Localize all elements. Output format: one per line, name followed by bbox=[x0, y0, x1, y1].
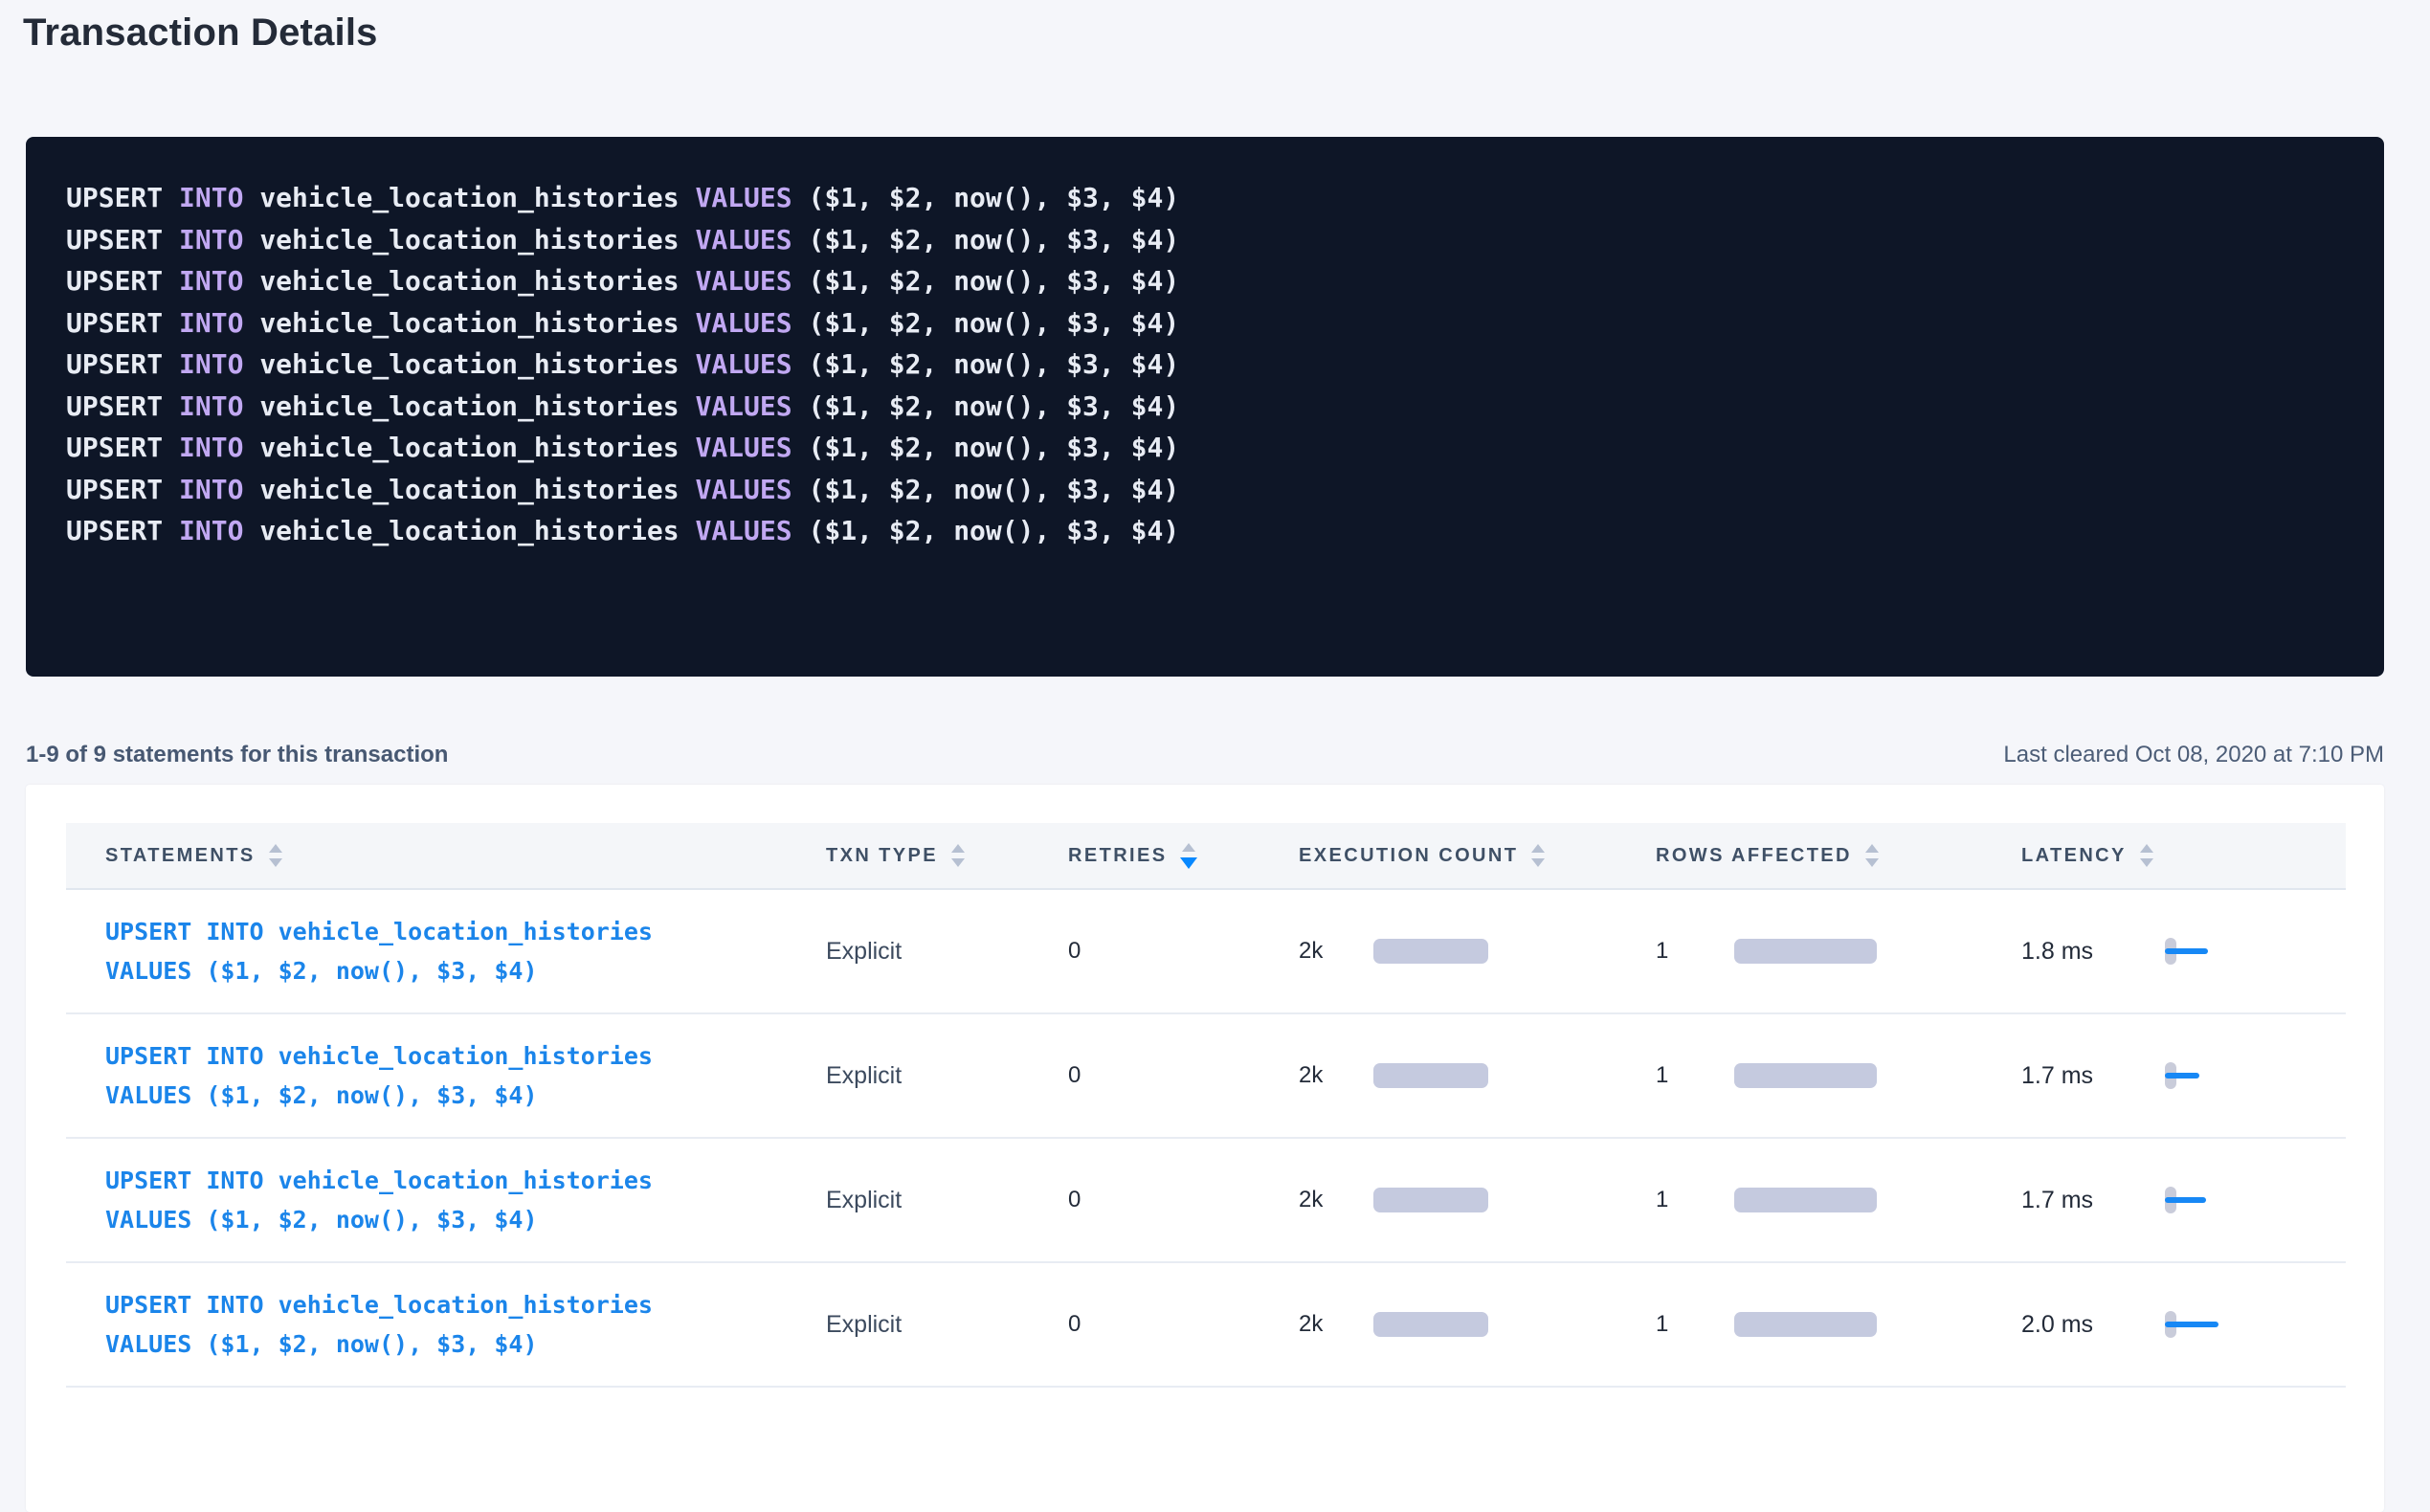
rows-affected-cell: 1 bbox=[1627, 938, 1981, 965]
execution-count-cell: 2k bbox=[1263, 1187, 1627, 1213]
rows-affected-value: 1 bbox=[1656, 1187, 1734, 1213]
table-row: UPSERT INTO vehicle_location_histories V… bbox=[66, 890, 2346, 1014]
statement-link[interactable]: UPSERT INTO vehicle_location_histories V… bbox=[105, 1161, 794, 1239]
sql-statement-line: UPSERT INTO vehicle_location_histories V… bbox=[66, 427, 2355, 469]
sql-statement-line: UPSERT INTO vehicle_location_histories V… bbox=[66, 510, 2355, 552]
latency-value: 1.7 ms bbox=[2021, 1187, 2165, 1214]
column-header-label: RETRIES bbox=[1068, 845, 1167, 867]
retries-cell: 0 bbox=[1034, 938, 1263, 965]
sort-arrows-icon bbox=[1865, 844, 1879, 867]
rows-affected-bar bbox=[1734, 1312, 1877, 1337]
execution-count-cell: 2k bbox=[1263, 1062, 1627, 1089]
table-row: UPSERT INTO vehicle_location_histories V… bbox=[66, 1014, 2346, 1139]
execution-count-value: 2k bbox=[1299, 1062, 1373, 1089]
statement-cell: UPSERT INTO vehicle_location_histories V… bbox=[66, 912, 794, 990]
sql-statement-line: UPSERT INTO vehicle_location_histories V… bbox=[66, 177, 2355, 219]
page-title: Transaction Details bbox=[23, 6, 2384, 59]
column-header-latency[interactable]: LATENCY bbox=[1981, 844, 2346, 867]
sql-statement-line: UPSERT INTO vehicle_location_histories V… bbox=[66, 469, 2355, 511]
statements-table-body: UPSERT INTO vehicle_location_histories V… bbox=[66, 890, 2346, 1388]
execution-count-bar bbox=[1373, 1312, 1488, 1337]
txn-type-cell: Explicit bbox=[794, 938, 1034, 966]
sql-statement-line: UPSERT INTO vehicle_location_histories V… bbox=[66, 260, 2355, 302]
txn-type-cell: Explicit bbox=[794, 1311, 1034, 1339]
transaction-details-page: Transaction Details UPSERT INTO vehicle_… bbox=[0, 6, 2430, 1512]
execution-count-cell: 2k bbox=[1263, 1311, 1627, 1338]
sql-statement-line: UPSERT INTO vehicle_location_histories V… bbox=[66, 302, 2355, 345]
sql-statement-line: UPSERT INTO vehicle_location_histories V… bbox=[66, 386, 2355, 428]
retries-cell: 0 bbox=[1034, 1311, 1263, 1338]
execution-count-bar bbox=[1373, 1063, 1488, 1088]
execution-count-bar bbox=[1373, 1188, 1488, 1212]
rows-affected-cell: 1 bbox=[1627, 1062, 1981, 1089]
txn-type-cell: Explicit bbox=[794, 1062, 1034, 1090]
column-header-retries[interactable]: RETRIES bbox=[1034, 843, 1263, 869]
execution-count-cell: 2k bbox=[1263, 938, 1627, 965]
statements-table-header: STATEMENTS TXN TYPE RETRIES EXECUTION COUNT… bbox=[66, 823, 2346, 890]
last-cleared-timestamp: Last cleared Oct 08, 2020 at 7:10 PM bbox=[2003, 742, 2384, 768]
column-header-label: STATEMENTS bbox=[105, 845, 256, 867]
latency-cell: 1.7 ms bbox=[1981, 1062, 2346, 1090]
execution-count-value: 2k bbox=[1299, 938, 1373, 965]
table-summary-row: 1-9 of 9 statements for this transaction… bbox=[26, 742, 2384, 768]
rows-affected-value: 1 bbox=[1656, 938, 1734, 965]
rows-affected-cell: 1 bbox=[1627, 1311, 1981, 1338]
sort-arrows-icon bbox=[1531, 844, 1545, 867]
latency-chart bbox=[2165, 1311, 2241, 1338]
execution-count-bar bbox=[1373, 939, 1488, 964]
latency-bar bbox=[2165, 1073, 2199, 1078]
execution-count-value: 2k bbox=[1299, 1187, 1373, 1213]
table-row: UPSERT INTO vehicle_location_histories V… bbox=[66, 1263, 2346, 1388]
rows-affected-bar bbox=[1734, 1063, 1877, 1088]
statement-cell: UPSERT INTO vehicle_location_histories V… bbox=[66, 1285, 794, 1364]
statements-count-summary: 1-9 of 9 statements for this transaction bbox=[26, 742, 448, 768]
statement-link[interactable]: UPSERT INTO vehicle_location_histories V… bbox=[105, 1036, 794, 1115]
column-header-rows-affected[interactable]: ROWS AFFECTED bbox=[1627, 844, 1981, 867]
sort-arrows-icon bbox=[951, 844, 965, 867]
latency-cell: 2.0 ms bbox=[1981, 1311, 2346, 1339]
statements-table-card: STATEMENTS TXN TYPE RETRIES EXECUTION COUNT… bbox=[26, 785, 2384, 1512]
latency-bar bbox=[2165, 948, 2208, 954]
rows-affected-value: 1 bbox=[1656, 1062, 1734, 1089]
statement-link[interactable]: UPSERT INTO vehicle_location_histories V… bbox=[105, 912, 794, 990]
column-header-label: TXN TYPE bbox=[826, 845, 938, 867]
statement-cell: UPSERT INTO vehicle_location_histories V… bbox=[66, 1036, 794, 1115]
sort-arrows-icon bbox=[1180, 843, 1197, 869]
statement-link[interactable]: UPSERT INTO vehicle_location_histories V… bbox=[105, 1285, 794, 1364]
rows-affected-cell: 1 bbox=[1627, 1187, 1981, 1213]
table-row: UPSERT INTO vehicle_location_histories V… bbox=[66, 1139, 2346, 1263]
statement-cell: UPSERT INTO vehicle_location_histories V… bbox=[66, 1161, 794, 1239]
latency-bar bbox=[2165, 1197, 2206, 1203]
latency-chart bbox=[2165, 1187, 2241, 1213]
latency-cell: 1.7 ms bbox=[1981, 1187, 2346, 1214]
column-header-label: ROWS AFFECTED bbox=[1656, 845, 1852, 867]
sort-arrows-icon bbox=[2140, 844, 2153, 867]
retries-cell: 0 bbox=[1034, 1187, 1263, 1213]
latency-chart bbox=[2165, 1062, 2241, 1089]
rows-affected-bar bbox=[1734, 939, 1877, 964]
sql-statement-line: UPSERT INTO vehicle_location_histories V… bbox=[66, 344, 2355, 386]
latency-value: 1.8 ms bbox=[2021, 938, 2165, 966]
sort-arrows-icon bbox=[269, 844, 282, 867]
column-header-label: LATENCY bbox=[2021, 845, 2127, 867]
rows-affected-bar bbox=[1734, 1188, 1877, 1212]
transaction-statements-code-block: UPSERT INTO vehicle_location_histories V… bbox=[26, 137, 2384, 677]
txn-type-cell: Explicit bbox=[794, 1187, 1034, 1214]
column-header-statements[interactable]: STATEMENTS bbox=[66, 844, 794, 867]
sql-statement-line: UPSERT INTO vehicle_location_histories V… bbox=[66, 219, 2355, 261]
latency-cell: 1.8 ms bbox=[1981, 938, 2346, 966]
column-header-execution-count[interactable]: EXECUTION COUNT bbox=[1263, 844, 1627, 867]
latency-bar bbox=[2165, 1322, 2218, 1327]
rows-affected-value: 1 bbox=[1656, 1311, 1734, 1338]
retries-cell: 0 bbox=[1034, 1062, 1263, 1089]
latency-chart bbox=[2165, 938, 2241, 965]
latency-value: 1.7 ms bbox=[2021, 1062, 2165, 1090]
execution-count-value: 2k bbox=[1299, 1311, 1373, 1338]
latency-value: 2.0 ms bbox=[2021, 1311, 2165, 1339]
column-header-txn-type[interactable]: TXN TYPE bbox=[794, 844, 1034, 867]
column-header-label: EXECUTION COUNT bbox=[1299, 845, 1518, 867]
